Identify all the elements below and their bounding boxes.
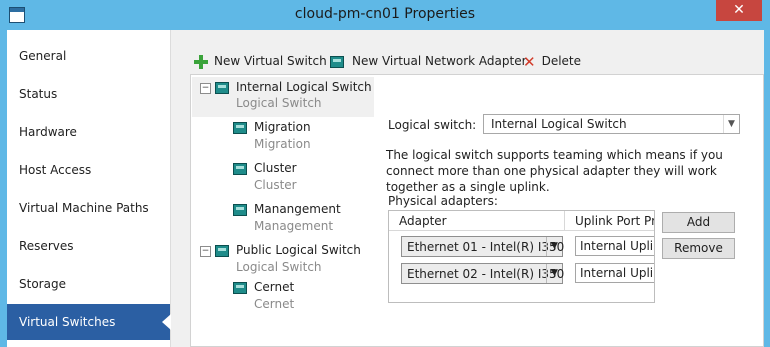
sidebar-item-storage[interactable]: Storage (7, 266, 170, 302)
window-title: cloud-pm-cn01 Properties (294, 6, 476, 22)
dialog-body: General Status Hardware Host Access Virt… (7, 30, 764, 347)
new-virtual-switch-button[interactable]: New Virtual Switch (194, 53, 327, 69)
sidebar-item-label: Virtual Switches (19, 315, 116, 329)
switch-panel: − Internal Logical Switch Logical Switch… (190, 74, 764, 347)
logical-switch-value: Internal Logical Switch (491, 117, 627, 131)
logical-switch-select[interactable]: Internal Logical Switch ▼ (483, 114, 740, 134)
new-virtual-network-adapter-button[interactable]: New Virtual Network Adapter (330, 53, 527, 69)
add-button[interactable]: Add (662, 212, 735, 233)
chevron-down-icon: ▼ (546, 237, 562, 256)
network-adapter-icon (233, 282, 247, 294)
uplink-port-profile-select[interactable]: Internal Uplink (575, 236, 654, 256)
network-adapter-icon (330, 55, 346, 68)
tree-node-subtitle: Logical Switch (236, 96, 322, 110)
sidebar-item-host-access[interactable]: Host Access (7, 152, 170, 188)
network-adapter-icon (233, 204, 247, 216)
collapse-icon[interactable]: − (200, 83, 211, 94)
toolbar: New Virtual Switch New Virtual Network A… (190, 48, 764, 74)
sidebar: General Status Hardware Host Access Virt… (7, 30, 171, 347)
collapse-icon[interactable]: − (200, 246, 211, 257)
close-button[interactable]: ✕ (716, 0, 762, 21)
physical-adapters-label: Physical adapters: (388, 194, 498, 208)
logical-switch-icon (215, 245, 229, 257)
selection-pointer (162, 314, 171, 330)
network-adapter-icon (233, 163, 247, 175)
sidebar-item-general[interactable]: General (7, 38, 170, 74)
title-bar: cloud-pm-cn01 Properties ✕ (0, 0, 770, 30)
chevron-down-icon: ▼ (546, 264, 562, 283)
content-area: New Virtual Switch New Virtual Network A… (171, 30, 764, 347)
sidebar-item-reserves[interactable]: Reserves (7, 228, 170, 264)
adapter-select[interactable]: Ethernet 01 - Intel(R) I350 ▼ (401, 236, 564, 257)
uplink-port-profile-select[interactable]: Internal Uplink (575, 263, 654, 283)
delete-button[interactable]: ✕ Delete (523, 52, 581, 71)
column-header-uplink-port-profile[interactable]: Uplink Port Prof (565, 211, 654, 231)
logical-switch-label: Logical switch: (388, 118, 477, 132)
sidebar-item-status[interactable]: Status (7, 76, 170, 112)
logical-switch-icon (215, 82, 229, 94)
sidebar-item-virtual-machine-paths[interactable]: Virtual Machine Paths (7, 190, 170, 226)
switch-tree: − Internal Logical Switch Logical Switch… (191, 75, 376, 346)
sidebar-item-hardware[interactable]: Hardware (7, 114, 170, 150)
plus-icon (194, 54, 208, 69)
network-adapter-icon (233, 122, 247, 134)
delete-icon: ✕ (523, 52, 536, 71)
chevron-down-icon: ▼ (723, 115, 739, 133)
remove-button[interactable]: Remove (662, 238, 735, 259)
tree-node-title: Internal Logical Switch (236, 80, 372, 94)
adapter-select[interactable]: Ethernet 02 - Intel(R) I350 ▼ (401, 263, 564, 284)
sidebar-item-virtual-switches[interactable]: Virtual Switches (7, 304, 171, 340)
physical-adapters-grid: Adapter Uplink Port Prof Ethernet 01 - I… (388, 210, 655, 303)
teaming-description: The logical switch supports teaming whic… (386, 148, 723, 194)
column-header-adapter[interactable]: Adapter (389, 211, 565, 231)
